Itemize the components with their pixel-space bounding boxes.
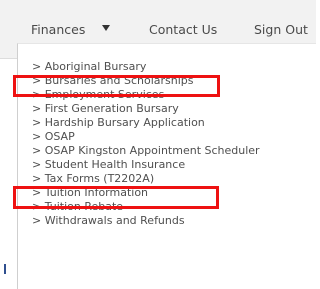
menu-item-tax-forms[interactable]: > Tax Forms (T2202A) bbox=[18, 172, 260, 186]
nav-sign-out[interactable]: Sign Out bbox=[254, 22, 308, 38]
nav-contact-us[interactable]: Contact Us bbox=[149, 22, 217, 38]
highlight-box-health-insurance bbox=[13, 186, 219, 209]
nav-finances[interactable]: Finances bbox=[31, 22, 85, 38]
dropdown-arrow-icon[interactable] bbox=[102, 25, 110, 31]
menu-item-hardship-bursary-application[interactable]: > Hardship Bursary Application bbox=[18, 116, 260, 130]
menu-item-student-health-insurance[interactable]: > Student Health Insurance bbox=[18, 158, 260, 172]
menu-item-first-generation-bursary[interactable]: > First Generation Bursary bbox=[18, 102, 260, 116]
menu-item-osap-kingston-appointment-scheduler[interactable]: > OSAP Kingston Appointment Scheduler bbox=[18, 144, 260, 158]
screen: Finances Contact Us Sign Out > Aborigina… bbox=[0, 0, 316, 289]
menu-item-withdrawals-and-refunds[interactable]: > Withdrawals and Refunds bbox=[18, 214, 260, 228]
highlight-box-bursaries bbox=[13, 75, 220, 97]
menu-item-aboriginal-bursary[interactable]: > Aboriginal Bursary bbox=[18, 60, 260, 74]
edge-marker bbox=[4, 264, 6, 274]
menu-item-osap[interactable]: > OSAP bbox=[18, 130, 260, 144]
